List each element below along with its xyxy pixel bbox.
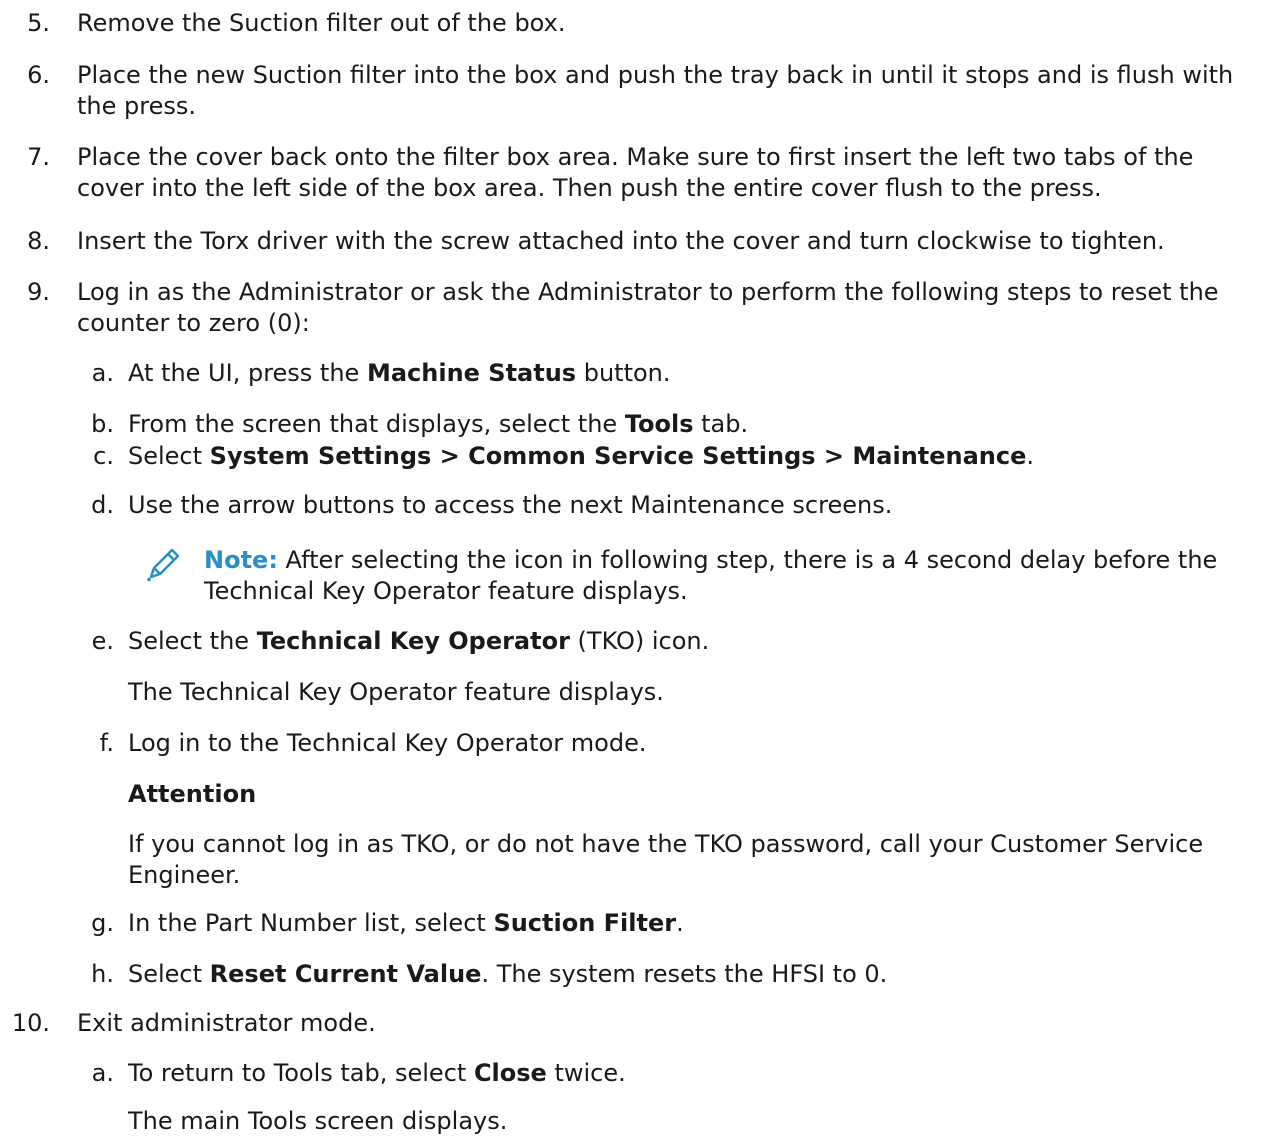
- ui-term: Close: [473, 1059, 547, 1087]
- substep-letter: e.: [91, 627, 114, 655]
- step-number: 7.: [27, 143, 50, 171]
- note-text: Note: After selecting the icon in follow…: [204, 546, 1218, 605]
- step-number: 8.: [27, 227, 50, 255]
- step-text: Exit administrator mode.: [77, 1009, 376, 1037]
- substep-letter: a.: [91, 1059, 114, 1087]
- step-text: Insert the Torx driver with the screw at…: [77, 227, 1165, 255]
- step-text: Place the new Suction filter into the bo…: [77, 61, 1234, 120]
- substep-letter: g.: [91, 909, 114, 937]
- substep-letter: b.: [91, 410, 114, 438]
- substep-letter: d.: [91, 491, 114, 519]
- substep-text: Use the arrow buttons to access the next…: [128, 491, 893, 519]
- substep-result: The Technical Key Operator feature displ…: [128, 678, 664, 706]
- step-number: 6.: [27, 61, 50, 89]
- substep-text: In the Part Number list, select Suction …: [128, 909, 684, 937]
- ui-term: Technical Key Operator: [256, 627, 570, 655]
- ui-term: Reset Current Value: [209, 960, 482, 988]
- substep-text: From the screen that displays, select th…: [128, 410, 749, 438]
- ui-term: System Settings > Common Service Setting…: [209, 442, 1027, 470]
- substep-text: Log in to the Technical Key Operator mod…: [128, 729, 647, 757]
- substep-text: To return to Tools tab, select Close twi…: [128, 1059, 626, 1087]
- substep-letter: h.: [91, 960, 114, 988]
- attention-title: Attention: [128, 780, 257, 808]
- substep-letter: c.: [93, 442, 114, 470]
- substep-letter: a.: [91, 359, 114, 387]
- note-label: Note:: [204, 546, 278, 574]
- substep-result: The main Tools screen displays.: [128, 1107, 508, 1135]
- substep-text: Select the Technical Key Operator (TKO) …: [128, 627, 710, 655]
- substep-text: Select Reset Current Value. The system r…: [128, 960, 888, 988]
- step-text: Log in as the Administrator or ask the A…: [77, 278, 1219, 337]
- step-text: Place the cover back onto the filter box…: [77, 143, 1194, 202]
- pencil-icon: [147, 548, 180, 582]
- ui-term: Machine Status: [366, 359, 577, 387]
- attention-text: If you cannot log in as TKO, or do not h…: [128, 830, 1204, 889]
- ui-term: Suction Filter: [493, 909, 677, 937]
- step-number: 9.: [27, 278, 50, 306]
- step-text: Remove the Suction filter out of the box…: [77, 9, 566, 37]
- substep-text: Select System Settings > Common Service …: [128, 442, 1035, 470]
- substep-letter: f.: [99, 729, 114, 757]
- step-number: 10.: [11, 1009, 50, 1037]
- substep-text: At the UI, press the Machine Status butt…: [128, 359, 671, 387]
- step-number: 5.: [27, 9, 50, 37]
- ui-term: Tools: [624, 410, 694, 438]
